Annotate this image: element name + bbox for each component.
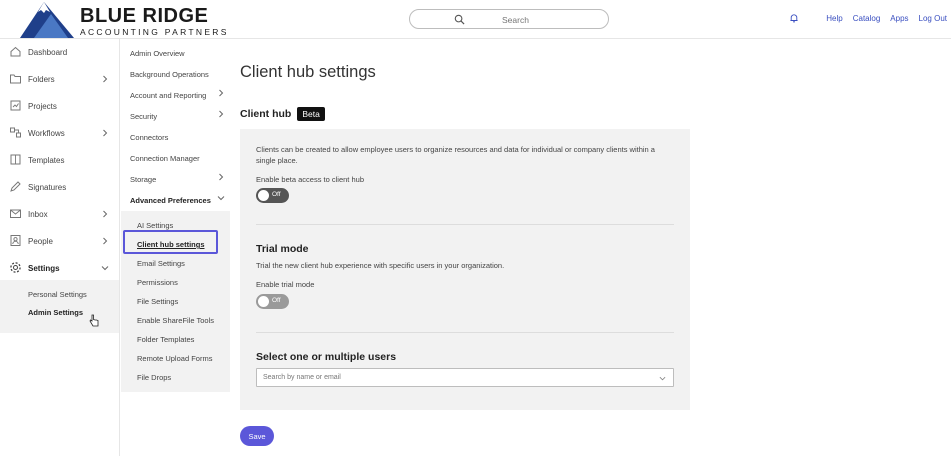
selection-highlight xyxy=(123,230,218,254)
inbox-icon xyxy=(10,209,21,218)
admin-sub-permissions[interactable]: Permissions xyxy=(137,278,178,287)
client-hub-description: Clients can be created to allow employee… xyxy=(256,145,655,165)
admin-item-connectors[interactable]: Connectors xyxy=(130,133,168,142)
admin-item-account-reporting[interactable]: Account and Reporting xyxy=(130,91,206,100)
nav-label: People xyxy=(28,237,53,246)
workflow-icon xyxy=(10,127,21,138)
top-header: BLUE RIDGE ACCOUNTING PARTNERS Help Cata… xyxy=(0,0,951,39)
nav-item-projects[interactable]: Projects xyxy=(0,93,119,120)
section-title: Client hub xyxy=(240,108,292,120)
nav-sub-personal-settings[interactable]: Personal Settings xyxy=(28,290,87,299)
help-link[interactable]: Help xyxy=(826,14,842,23)
nav-item-people[interactable]: People xyxy=(0,228,119,255)
user-search-select[interactable]: Search by name or email xyxy=(256,368,674,387)
select-users-title: Select one or multiple users xyxy=(256,351,397,363)
nav-label: Dashboard xyxy=(28,48,68,57)
client-hub-heading: Client hub Beta xyxy=(240,107,325,121)
people-icon xyxy=(10,235,21,246)
chevron-right-icon xyxy=(103,129,108,137)
hand-cursor-icon xyxy=(89,314,99,327)
nav-item-dashboard[interactable]: Dashboard xyxy=(0,39,119,66)
chevron-down-icon xyxy=(101,266,109,271)
beta-badge: Beta xyxy=(297,107,325,121)
signature-icon xyxy=(10,181,21,192)
catalog-link[interactable]: Catalog xyxy=(853,14,881,23)
apps-link[interactable]: Apps xyxy=(890,14,908,23)
nav-label: Workflows xyxy=(28,129,65,138)
nav-item-settings[interactable]: Settings xyxy=(0,255,119,282)
admin-item-connection-manager[interactable]: Connection Manager xyxy=(130,154,200,163)
nav-label: Settings xyxy=(28,264,60,273)
select-placeholder: Search by name or email xyxy=(263,374,341,381)
projects-icon xyxy=(10,100,21,111)
admin-sub-sharefile-tools[interactable]: Enable ShareFile Tools xyxy=(137,316,214,325)
trial-toggle-label: Enable trial mode xyxy=(256,280,315,289)
nav-item-signatures[interactable]: Signatures xyxy=(0,174,119,201)
trial-mode-description: Trial the new client hub experience with… xyxy=(256,261,505,270)
template-icon xyxy=(10,154,21,165)
settings-submenu: Personal Settings Admin Settings xyxy=(0,280,119,333)
admin-item-overview[interactable]: Admin Overview xyxy=(130,49,185,58)
nav-label: Projects xyxy=(28,102,57,111)
brand-logo[interactable]: BLUE RIDGE ACCOUNTING PARTNERS xyxy=(20,2,226,38)
section-divider xyxy=(256,332,674,333)
nav-label: Signatures xyxy=(28,183,67,192)
toggle-knob xyxy=(258,190,269,201)
global-search[interactable] xyxy=(409,9,609,29)
brand-title: BLUE RIDGE xyxy=(80,5,209,27)
brand-subtitle: ACCOUNTING PARTNERS xyxy=(80,27,229,37)
gear-icon xyxy=(10,262,21,273)
nav-label: Folders xyxy=(28,75,55,84)
chevron-right-icon xyxy=(103,237,108,245)
admin-item-storage[interactable]: Storage xyxy=(130,175,156,184)
admin-sub-remote-upload-forms[interactable]: Remote Upload Forms xyxy=(137,354,212,363)
admin-item-advanced-preferences[interactable]: Advanced Preferences xyxy=(130,196,211,205)
chevron-right-icon xyxy=(103,210,108,218)
admin-item-background-operations[interactable]: Background Operations xyxy=(130,70,209,79)
section-divider xyxy=(256,224,674,225)
trial-mode-toggle[interactable]: Off xyxy=(256,294,289,309)
mountain-logo-icon xyxy=(20,2,74,38)
chevron-down-icon xyxy=(217,196,225,201)
toggle-state: Off xyxy=(272,191,281,198)
admin-sub-ai-settings[interactable]: AI Settings xyxy=(137,221,173,230)
client-hub-panel: Clients can be created to allow employee… xyxy=(240,129,690,410)
beta-toggle-label: Enable beta access to client hub xyxy=(256,175,364,184)
top-links: Help Catalog Apps Log Out xyxy=(789,13,947,23)
chevron-right-icon xyxy=(219,173,224,181)
chevron-down-icon xyxy=(659,376,666,381)
save-button[interactable]: Save xyxy=(240,426,274,446)
nav-sub-admin-settings[interactable]: Admin Settings xyxy=(28,308,83,317)
trial-mode-title: Trial mode xyxy=(256,243,309,255)
admin-sub-email-settings[interactable]: Email Settings xyxy=(137,259,185,268)
chevron-right-icon xyxy=(219,89,224,97)
logout-link[interactable]: Log Out xyxy=(919,14,947,23)
toggle-state: Off xyxy=(272,297,281,304)
admin-sub-file-drops[interactable]: File Drops xyxy=(137,373,171,382)
nav-label: Templates xyxy=(28,156,65,165)
admin-sub-folder-templates[interactable]: Folder Templates xyxy=(137,335,194,344)
left-nav: Dashboard Folders Projects Workflows Tem… xyxy=(0,39,120,456)
bell-icon[interactable] xyxy=(789,13,799,23)
nav-label: Inbox xyxy=(28,210,48,219)
nav-item-workflows[interactable]: Workflows xyxy=(0,120,119,147)
admin-item-security[interactable]: Security xyxy=(130,112,157,121)
chevron-right-icon xyxy=(219,110,224,118)
beta-access-toggle[interactable]: Off xyxy=(256,188,289,203)
search-input[interactable] xyxy=(470,12,600,27)
admin-sub-file-settings[interactable]: File Settings xyxy=(137,297,178,306)
nav-item-templates[interactable]: Templates xyxy=(0,147,119,174)
toggle-knob xyxy=(258,296,269,307)
search-icon xyxy=(454,14,465,25)
folder-icon xyxy=(10,74,21,84)
chevron-right-icon xyxy=(103,75,108,83)
home-icon xyxy=(10,46,21,57)
page-title: Client hub settings xyxy=(240,63,376,81)
nav-item-inbox[interactable]: Inbox xyxy=(0,201,119,228)
nav-item-folders[interactable]: Folders xyxy=(0,66,119,93)
